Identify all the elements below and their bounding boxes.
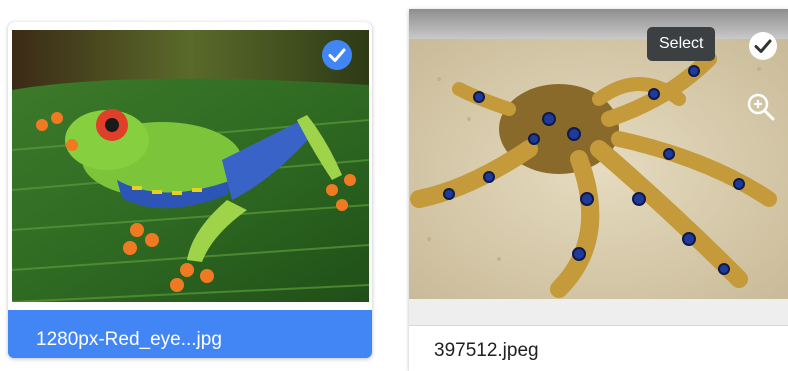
filename-label: 1280px-Red_eye...jpg: [36, 329, 222, 350]
zoom-in-icon[interactable]: [746, 92, 776, 122]
selected-check-icon[interactable]: [322, 40, 352, 70]
image-card-frog[interactable]: 1280px-Red_eye...jpg: [8, 22, 372, 358]
frog-thumbnail[interactable]: [12, 30, 369, 302]
select-tooltip: Select: [647, 27, 716, 61]
filename-label: 397512.jpeg: [434, 340, 539, 361]
octopus-thumbnail[interactable]: [409, 39, 788, 299]
thumbnail-gap: [409, 299, 788, 326]
thumbnail-frame: [8, 22, 372, 310]
select-check-icon[interactable]: [748, 31, 778, 61]
image-card-octopus[interactable]: Select 397512.jpeg: [409, 9, 788, 371]
hover-scrim: [409, 9, 788, 39]
